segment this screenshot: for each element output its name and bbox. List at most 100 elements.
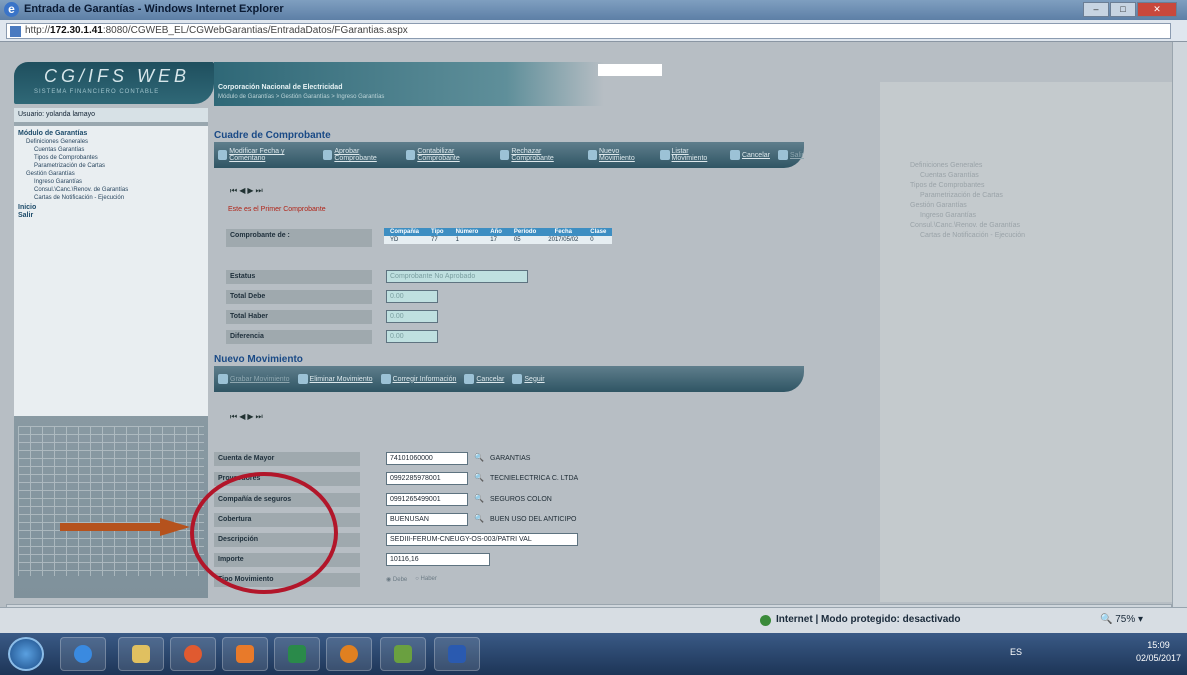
- sidebar-item[interactable]: Definiciones Generales: [18, 138, 204, 146]
- faded-line: Cartas de Notificación - Ejecución: [920, 232, 1026, 239]
- faded-line: Gestión Garantías: [910, 202, 967, 209]
- toolbar-button[interactable]: Grabar Movimiento: [218, 374, 290, 384]
- table-header: Fecha: [542, 228, 585, 236]
- faded-line: Cuentas Garantías: [920, 172, 979, 179]
- taskbar-app2-icon[interactable]: [380, 637, 426, 671]
- sidebar-item[interactable]: Tipos de Comprobantes: [18, 154, 204, 162]
- field-label: Cuenta de Mayor: [214, 452, 360, 466]
- input-field[interactable]: 10116,16: [386, 553, 490, 566]
- toolbar-button[interactable]: Modificar Fecha y Comentario: [218, 148, 315, 162]
- sidebar-item[interactable]: Cuentas Garantías: [18, 146, 204, 154]
- table-cell: 17: [484, 236, 508, 244]
- toolbar-button[interactable]: Cancelar: [464, 374, 504, 384]
- start-button[interactable]: [8, 637, 44, 671]
- annotation-arrow-icon: [60, 518, 190, 536]
- radio-debe[interactable]: ◉ Debe: [386, 576, 407, 583]
- table-header: Período: [507, 228, 543, 236]
- lookup-search-icon[interactable]: 🔍: [474, 494, 484, 503]
- url-field[interactable]: http://172.30.1.41:8080/CGWEB_EL/CGWebGa…: [6, 23, 1171, 39]
- sidebar-item[interactable]: Cartas de Notificación - Ejecución: [18, 194, 204, 202]
- prev-record-icon[interactable]: ◀: [239, 412, 245, 422]
- toolbar-button[interactable]: Listar Movimiento: [660, 148, 722, 162]
- next-icon: [512, 374, 523, 384]
- taskbar-chrome-icon[interactable]: [170, 637, 216, 671]
- table-row: YD 77 1 17 05 2017/05/02 0: [384, 236, 613, 244]
- lookup-search-icon[interactable]: 🔍: [474, 473, 484, 482]
- toolbar-button[interactable]: Eliminar Movimiento: [297, 374, 373, 384]
- window-title: Entrada de Garantías - Windows Internet …: [24, 3, 284, 15]
- status-bar: Internet | Modo protegido: desactivado 🔍…: [0, 607, 1187, 633]
- faded-line: Parametrización de Cartas: [920, 192, 1003, 199]
- movimiento-toolbar: Grabar Movimiento Eliminar Movimiento Corr…: [214, 366, 804, 392]
- next-record-icon[interactable]: ▶: [247, 186, 253, 196]
- last-record-icon[interactable]: ⏭: [256, 186, 263, 196]
- sidebar-item[interactable]: Parametrización de Cartas: [18, 162, 204, 170]
- cancel-icon: [464, 374, 475, 384]
- first-record-icon[interactable]: ⏮: [230, 412, 237, 422]
- lookup-description: TECNIELECTRICA C. LTDA: [490, 475, 579, 482]
- toolbar-button[interactable]: Contabilizar Comprobante: [406, 148, 492, 162]
- taskbar-app-icon[interactable]: [222, 637, 268, 671]
- input-field[interactable]: SEDIII-FERUM-CNEUGY-OS-003/PATRI VAL: [386, 533, 578, 546]
- sidebar-item[interactable]: Salir: [18, 212, 204, 220]
- input-field[interactable]: 0992285978001: [386, 472, 468, 485]
- minimize-button[interactable]: –: [1083, 2, 1109, 17]
- toolbar-button[interactable]: Nuevo Movimiento: [587, 148, 653, 162]
- table-cell: 1: [449, 236, 485, 244]
- table-cell: 0: [584, 236, 613, 244]
- toolbar-button[interactable]: Salir: [777, 150, 804, 160]
- edit-icon: [218, 150, 228, 160]
- app-header: Corporación Nacional de Electricidad Mód…: [214, 62, 604, 106]
- toolbar-button[interactable]: Corregir Información: [380, 374, 456, 384]
- last-record-icon[interactable]: ⏭: [256, 412, 263, 422]
- background-window: Definiciones Generales Cuentas Garantías T…: [880, 82, 1180, 602]
- exit-icon: [777, 150, 788, 160]
- table-header: Clase: [584, 228, 613, 236]
- input-field[interactable]: 0991265499001: [386, 493, 468, 506]
- first-record-icon[interactable]: ⏮: [230, 186, 237, 196]
- close-button[interactable]: ✕: [1137, 2, 1177, 17]
- taskbar-word-icon[interactable]: [434, 637, 480, 671]
- sidebar-item[interactable]: Inicio: [18, 204, 204, 212]
- taskbar-ie-icon[interactable]: [60, 637, 106, 671]
- faded-line: Ingreso Garantías: [920, 212, 977, 219]
- header-box: [598, 64, 662, 76]
- taskbar-excel-icon[interactable]: [274, 637, 320, 671]
- input-field[interactable]: 74101060000: [386, 452, 468, 465]
- prev-record-icon[interactable]: ◀: [239, 186, 245, 196]
- sidebar-item[interactable]: Gestión Garantías: [18, 170, 204, 178]
- clock[interactable]: 15:09 02/05/2017: [1136, 639, 1181, 665]
- toolbar-button[interactable]: Aprobar Comprobante: [323, 148, 398, 162]
- lookup-search-icon[interactable]: 🔍: [474, 514, 484, 523]
- radio-haber[interactable]: ○ Haber: [415, 576, 437, 583]
- table-header: Tipo: [425, 228, 450, 236]
- faded-line: Consul.\Canc.\Renov. de Garantías: [910, 222, 1020, 229]
- table-header: Compañía: [384, 228, 426, 236]
- browser-content: CG/IFS WEB SISTEMA FINANCIERO CONTABLE C…: [0, 42, 1187, 607]
- language-indicator[interactable]: ES: [1010, 647, 1022, 657]
- breadcrumb: Módulo de Garantías > Gestión Garantías …: [218, 94, 385, 100]
- section-title-comprobante: Cuadre de Comprobante: [214, 130, 331, 141]
- vertical-scrollbar[interactable]: [1172, 42, 1187, 607]
- red-annotation-circle: [190, 472, 338, 594]
- readonly-field: 0.00: [386, 330, 438, 343]
- sidebar-item[interactable]: Módulo de Garantías: [18, 130, 204, 138]
- maximize-button[interactable]: □: [1110, 2, 1136, 17]
- check-icon: [323, 150, 333, 160]
- toolbar-button[interactable]: Cancelar: [729, 150, 770, 160]
- window-controls: – □ ✕: [1083, 2, 1177, 17]
- input-field[interactable]: BUENUSAN: [386, 513, 468, 526]
- taskbar-explorer-icon[interactable]: [118, 637, 164, 671]
- lookup-search-icon[interactable]: 🔍: [474, 453, 484, 462]
- correct-icon: [380, 374, 391, 384]
- zoom-control[interactable]: 🔍 75% ▾: [1100, 614, 1143, 625]
- sidebar-item[interactable]: Ingreso Garantías: [18, 178, 204, 186]
- toolbar-button[interactable]: Rechazar Comprobante: [500, 148, 580, 162]
- next-record-icon[interactable]: ▶: [247, 412, 253, 422]
- table-header: Año: [484, 228, 508, 236]
- taskbar-firefox-icon[interactable]: [326, 637, 372, 671]
- toolbar-button[interactable]: Seguir: [512, 374, 545, 384]
- sidebar-item[interactable]: Consul.\Canc.\Renov. de Garantías: [18, 186, 204, 194]
- cancel-icon: [729, 150, 740, 160]
- faded-line: Tipos de Comprobantes: [910, 182, 985, 189]
